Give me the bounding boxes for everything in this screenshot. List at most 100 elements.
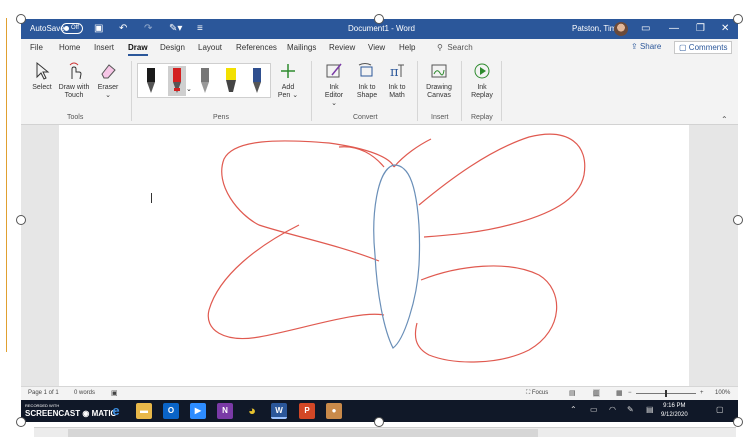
pencil-gray-icon[interactable] bbox=[196, 66, 214, 96]
group-label-convert: Convert bbox=[353, 114, 378, 121]
tab-view[interactable]: View bbox=[368, 43, 385, 52]
recorder-progress-track bbox=[68, 429, 538, 437]
tab-review[interactable]: Review bbox=[329, 43, 355, 52]
close-icon[interactable]: ✕ bbox=[721, 22, 729, 35]
screencast-watermark: RECORDED WITH SCREENCAST ◉ MATIC bbox=[25, 403, 117, 418]
save-icon[interactable]: ▣ bbox=[94, 22, 103, 35]
zoom-slider-thumb[interactable] bbox=[665, 390, 667, 397]
chevron-down-icon[interactable]: ⌄ bbox=[186, 85, 192, 93]
document-page[interactable] bbox=[59, 125, 689, 386]
autosave-toggle[interactable]: Off bbox=[61, 23, 83, 34]
butterfly-ink-drawing[interactable] bbox=[59, 125, 689, 386]
proofing-icon[interactable]: ▣ bbox=[111, 389, 118, 397]
resize-handle-right[interactable] bbox=[733, 215, 743, 225]
resize-handle-left[interactable] bbox=[16, 215, 26, 225]
resize-handle-bottom-left[interactable] bbox=[16, 417, 26, 427]
tray-chevron-icon[interactable]: ⌃ bbox=[570, 405, 577, 414]
draw-with-touch-button[interactable]: Draw with Touch bbox=[58, 61, 90, 100]
chevron-down-icon: ⌄ bbox=[292, 92, 299, 99]
resize-handle-top-right[interactable] bbox=[733, 14, 743, 24]
resize-handle-top[interactable] bbox=[374, 14, 384, 24]
search-box[interactable]: ⚲ Search bbox=[437, 43, 473, 52]
chrome-icon[interactable]: ◕ bbox=[244, 403, 260, 419]
onenote-icon[interactable]: N bbox=[217, 403, 233, 419]
collapse-ribbon-icon[interactable]: ⌃ bbox=[721, 115, 728, 124]
pen-red-icon[interactable] bbox=[168, 66, 186, 96]
system-clock[interactable]: 9:16 PM 9/12/2020 bbox=[661, 402, 688, 420]
touch-hand-icon bbox=[69, 62, 82, 80]
zoom-app-icon[interactable]: ▶ bbox=[190, 403, 206, 419]
select-button[interactable]: Select bbox=[31, 61, 53, 92]
redo-icon[interactable]: ↷ bbox=[144, 22, 152, 35]
search-icon: ⚲ bbox=[437, 43, 443, 52]
zoom-level[interactable]: 100% bbox=[715, 390, 730, 396]
group-divider bbox=[501, 61, 502, 121]
outlook-icon[interactable]: O bbox=[163, 403, 179, 419]
focus-button[interactable]: ⛶ Focus bbox=[526, 390, 548, 397]
page-count[interactable]: Page 1 of 1 bbox=[28, 390, 59, 396]
avatar[interactable] bbox=[614, 22, 628, 36]
minimize-icon[interactable]: — bbox=[669, 22, 679, 35]
chevron-down-icon: ⌄ bbox=[105, 92, 111, 99]
ink-replay-button[interactable]: Ink Replay bbox=[469, 61, 495, 100]
pen-black-icon[interactable] bbox=[142, 66, 160, 96]
document-title: Document1 - Word bbox=[348, 24, 415, 33]
tab-home[interactable]: Home bbox=[59, 43, 80, 52]
select-arrow-icon bbox=[36, 61, 50, 80]
drawing-canvas-icon bbox=[431, 64, 447, 78]
tab-design[interactable]: Design bbox=[160, 43, 185, 52]
undo-icon[interactable]: ↶ bbox=[119, 22, 127, 35]
word-count[interactable]: 0 words bbox=[74, 390, 95, 396]
tab-help[interactable]: Help bbox=[399, 43, 415, 52]
restore-icon[interactable]: ❐ bbox=[696, 22, 705, 35]
pen-blue-icon[interactable] bbox=[248, 66, 266, 96]
ink-to-shape-button[interactable]: Ink to Shape bbox=[354, 61, 380, 100]
word-taskbar-icon[interactable]: W bbox=[271, 403, 287, 419]
eraser-button[interactable]: Eraser ⌄ bbox=[95, 61, 121, 100]
tab-mailings[interactable]: Mailings bbox=[287, 43, 316, 52]
customize-toolbar-icon[interactable]: ≡ bbox=[197, 22, 203, 35]
comments-button[interactable]: ▢ Comments bbox=[674, 41, 733, 54]
comments-label: Comments bbox=[688, 43, 728, 52]
screencast-logo-icon: ◉ bbox=[82, 409, 90, 418]
add-pen-button[interactable]: Add Pen ⌄ bbox=[277, 61, 299, 100]
user-name[interactable]: Patston, Tim bbox=[572, 24, 616, 33]
tab-draw[interactable]: Draw bbox=[128, 43, 148, 56]
file-explorer-icon[interactable]: ▬ bbox=[136, 403, 152, 419]
highlighter-yellow-icon[interactable] bbox=[222, 66, 240, 96]
read-mode-icon[interactable]: ▤ bbox=[569, 389, 576, 397]
powerpoint-icon[interactable]: P bbox=[299, 403, 315, 419]
zoom-out-icon[interactable]: − bbox=[628, 390, 632, 396]
pen-mode-icon[interactable]: ✎▾ bbox=[169, 22, 182, 35]
share-button[interactable]: ⇪ Share bbox=[631, 42, 661, 51]
keyboard-icon[interactable]: ▤ bbox=[646, 405, 654, 414]
tab-references[interactable]: References bbox=[236, 43, 277, 52]
ink-editor-icon bbox=[326, 63, 342, 78]
tab-layout[interactable]: Layout bbox=[198, 43, 222, 52]
ink-editor-button[interactable]: Ink Editor ⌄ bbox=[321, 61, 347, 108]
drawing-canvas-button[interactable]: Drawing Canvas bbox=[424, 61, 454, 100]
resize-handle-top-left[interactable] bbox=[16, 14, 26, 24]
resize-handle-bottom-right[interactable] bbox=[733, 417, 743, 427]
replay-icon bbox=[474, 63, 490, 79]
pens-gallery: ⌄ bbox=[137, 63, 271, 98]
tab-insert[interactable]: Insert bbox=[94, 43, 114, 52]
battery-icon[interactable]: ▭ bbox=[590, 405, 598, 414]
print-layout-icon[interactable]: ▥ bbox=[593, 389, 600, 397]
web-layout-icon[interactable]: ▦ bbox=[616, 389, 623, 397]
screencast-app-icon[interactable]: ● bbox=[326, 403, 342, 419]
ribbon-display-icon[interactable]: ▭ bbox=[641, 22, 650, 35]
zoom-in-icon[interactable]: + bbox=[700, 390, 704, 396]
tab-file[interactable]: File bbox=[30, 43, 43, 52]
menu-tabs: File Home Insert Draw Design Layout Refe… bbox=[21, 39, 738, 57]
share-icon: ⇪ bbox=[631, 42, 638, 51]
ink-to-math-button[interactable]: π Ink to Math bbox=[384, 61, 410, 100]
notification-icon[interactable]: ▢ bbox=[716, 405, 724, 414]
pen-workspace-icon[interactable]: ✎ bbox=[627, 405, 634, 414]
svg-text:π: π bbox=[390, 65, 399, 80]
wifi-icon[interactable]: ◠ bbox=[609, 405, 616, 414]
edge-icon[interactable]: e bbox=[108, 403, 124, 419]
resize-handle-bottom[interactable] bbox=[374, 417, 384, 427]
group-label-tools: Tools bbox=[67, 114, 84, 121]
group-divider bbox=[417, 61, 418, 121]
